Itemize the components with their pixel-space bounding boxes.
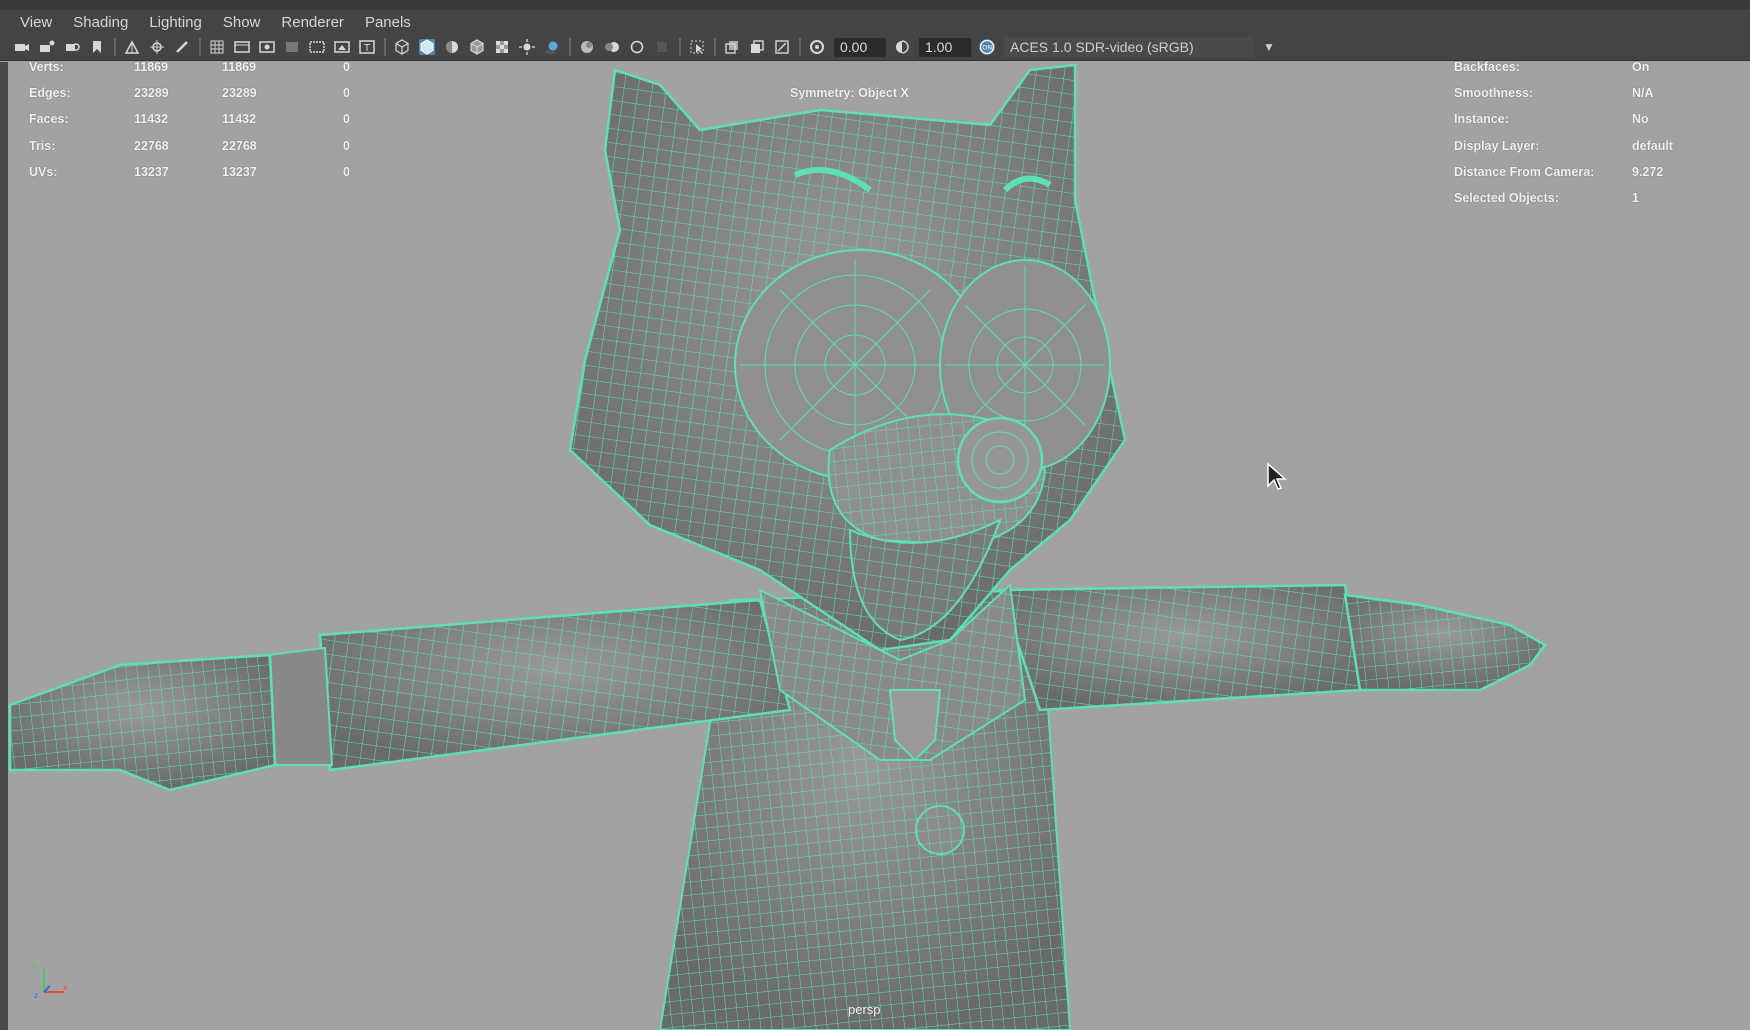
hud-instance-label: Instance: — [1454, 112, 1509, 126]
isolate-select-icon[interactable] — [689, 39, 705, 55]
window-top-edge — [0, 0, 1750, 10]
camera-attributes-icon[interactable] — [39, 39, 55, 55]
character-wireframe-model[interactable] — [8, 62, 1750, 1030]
gate-mask-icon[interactable] — [284, 39, 300, 55]
xray-active-components-icon[interactable] — [749, 39, 765, 55]
hud-selected-objects-label: Selected Objects: — [1454, 191, 1559, 205]
screen-space-ao-icon[interactable] — [579, 39, 595, 55]
hud-uvs-extra: 0 — [343, 165, 350, 179]
hud-tris-extra: 0 — [343, 139, 350, 153]
chevron-down-icon[interactable]: ▼ — [1254, 37, 1284, 57]
symmetry-indicator: Symmetry: Object X — [790, 86, 909, 100]
menu-lighting[interactable]: Lighting — [149, 14, 202, 31]
xray-joints-icon[interactable] — [774, 39, 790, 55]
viewport-menubar: View Shading Lighting Show Renderer Pane… — [0, 10, 1750, 34]
hud-verts-extra: 0 — [343, 60, 350, 74]
menu-shading[interactable]: Shading — [73, 14, 128, 31]
wireframe-icon[interactable] — [394, 39, 410, 55]
hud-faces-selected: 11432 — [222, 112, 257, 126]
hud-distance-label: Distance From Camera: — [1454, 165, 1595, 179]
view-transform-dropdown[interactable]: ACES 1.0 SDR-video (sRGB) — [1004, 37, 1254, 57]
hud-verts-selected: 11869 — [222, 60, 257, 74]
hud-edges-label: Edges: — [29, 86, 71, 100]
anti-aliasing-icon[interactable] — [629, 39, 645, 55]
hud-tris-label: Tris: — [29, 139, 56, 153]
menu-show[interactable]: Show — [223, 14, 261, 31]
grid-icon[interactable] — [209, 39, 225, 55]
hud-uvs-label: UVs: — [29, 165, 58, 179]
color-management-icon[interactable]: ON — [979, 39, 995, 55]
toolbar-separator — [199, 38, 201, 56]
shadows-icon[interactable] — [544, 39, 560, 55]
svg-text:x: x — [63, 983, 68, 992]
safe-title-icon[interactable]: T — [359, 39, 375, 55]
menu-renderer[interactable]: Renderer — [281, 14, 344, 31]
view-axis-gizmo-icon: y x z — [32, 961, 68, 1000]
toolbar-separator — [679, 38, 681, 56]
resolution-gate-icon[interactable] — [259, 39, 275, 55]
nose-mesh — [956, 416, 1044, 504]
svg-text:z: z — [34, 991, 38, 1000]
toolbar-separator — [714, 38, 716, 56]
exposure-icon[interactable] — [809, 39, 825, 55]
bookmark-icon[interactable] — [89, 39, 105, 55]
textured-icon[interactable] — [494, 39, 510, 55]
menu-view[interactable]: View — [20, 14, 52, 31]
hud-distance-value: 9.272 — [1632, 165, 1664, 179]
hud-backfaces-value: On — [1632, 60, 1650, 74]
bookmark-camera-icon[interactable] — [64, 39, 80, 55]
svg-text:y: y — [32, 961, 37, 970]
toolbar-separator — [569, 38, 571, 56]
menu-panels[interactable]: Panels — [365, 14, 411, 31]
hud-instance-value: No — [1632, 112, 1649, 126]
hud-faces-label: Faces: — [29, 112, 69, 126]
toolbar-separator — [799, 38, 801, 56]
left-cuff-mesh — [266, 646, 334, 766]
gamma-icon[interactable] — [894, 39, 910, 55]
hud-verts-label: Verts: — [29, 60, 64, 74]
exposure-field[interactable]: 0.00 — [834, 37, 886, 57]
hud-selected-objects-value: 1 — [1632, 191, 1639, 205]
use-default-material-icon[interactable] — [444, 39, 460, 55]
hud-verts-value: 11869 — [134, 60, 169, 74]
toolbar-separator — [384, 38, 386, 56]
svg-text:T: T — [363, 43, 371, 54]
hud-display-layer-value: default — [1632, 139, 1673, 153]
hud-smoothness-label: Smoothness: — [1454, 86, 1534, 100]
hud-edges-selected: 23289 — [222, 86, 257, 100]
gamma-field[interactable]: 1.00 — [919, 37, 971, 57]
depth-of-field-icon[interactable] — [654, 39, 670, 55]
3d-viewport-persp[interactable] — [8, 62, 1750, 1030]
camera-name-label: persp — [848, 1002, 881, 1017]
hud-backfaces-label: Backfaces: — [1454, 60, 1521, 74]
2d-pan-zoom-icon[interactable] — [149, 39, 165, 55]
hud-tris-selected: 22768 — [222, 139, 257, 153]
hud-edges-value: 23289 — [134, 86, 169, 100]
motion-blur-icon[interactable] — [604, 39, 620, 55]
hud-display-layer-label: Display Layer: — [1454, 139, 1540, 153]
hud-faces-extra: 0 — [343, 112, 350, 126]
smooth-shade-all-icon[interactable] — [419, 39, 435, 55]
camera-icon[interactable] — [14, 39, 30, 55]
hud-edges-extra: 0 — [343, 86, 350, 100]
panel-toolbar: T 0.00 1.00 ON ACES 1.0 SDR-video (sRGB)… — [0, 34, 1750, 61]
field-chart-icon[interactable] — [309, 39, 325, 55]
film-gate-icon[interactable] — [234, 39, 250, 55]
grease-pencil-icon[interactable] — [174, 39, 190, 55]
panel-left-border — [0, 62, 8, 1030]
mouse-cursor-icon — [1267, 462, 1287, 490]
maya-viewport-window: View Shading Lighting Show Renderer Pane… — [0, 0, 1750, 1030]
wireframe-on-shaded-icon[interactable] — [469, 39, 485, 55]
hud-faces-value: 11432 — [134, 112, 169, 126]
toolbar-separator — [114, 38, 116, 56]
image-plane-icon[interactable] — [124, 39, 140, 55]
hud-uvs-value: 13237 — [134, 165, 169, 179]
lights-icon[interactable] — [519, 39, 535, 55]
hud-tris-value: 22768 — [134, 139, 169, 153]
xray-icon[interactable] — [724, 39, 740, 55]
svg-text:ON: ON — [982, 44, 992, 52]
hud-uvs-selected: 13237 — [222, 165, 257, 179]
safe-action-icon[interactable] — [334, 39, 350, 55]
hud-smoothness-value: N/A — [1632, 86, 1654, 100]
